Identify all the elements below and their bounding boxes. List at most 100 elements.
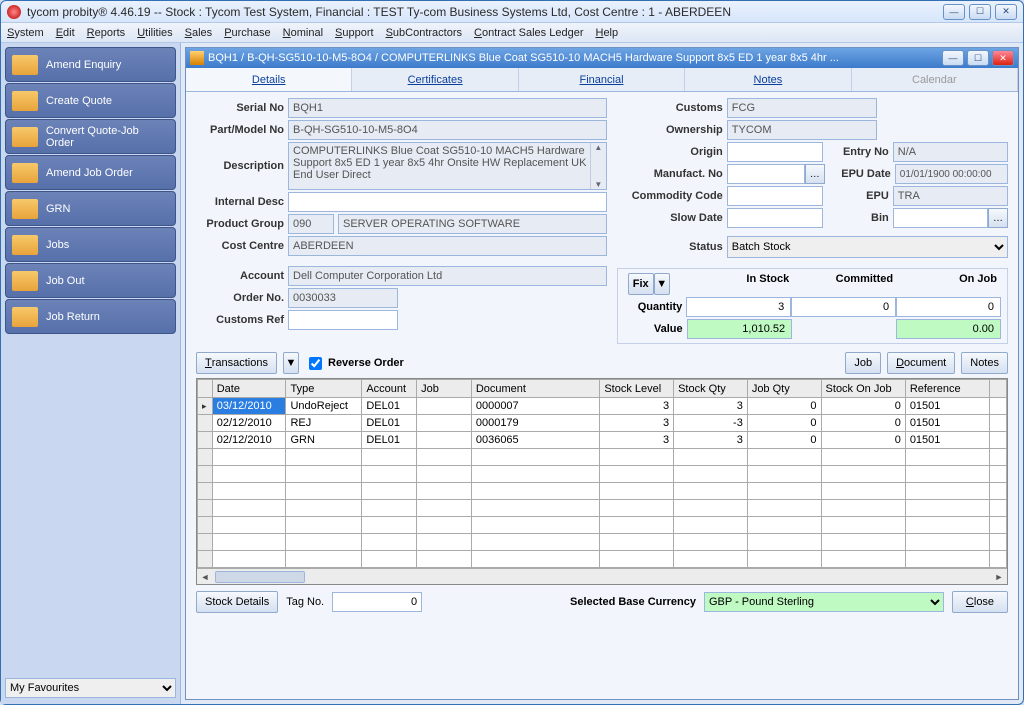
status-select[interactable]: Batch Stock (727, 236, 1008, 258)
grid-hscroll[interactable]: ◄► (197, 568, 1007, 584)
menu-support[interactable]: Support (335, 27, 374, 39)
lbl-custref: Customs Ref (196, 314, 288, 326)
truck-icon (12, 307, 38, 327)
table-row[interactable] (198, 500, 1007, 517)
part-field: B-QH-SG510-10-M5-8O4 (288, 120, 607, 140)
side-job-return[interactable]: Job Return (5, 299, 176, 334)
lbl-manuf: Manufact. No (617, 168, 727, 180)
slow-field[interactable] (727, 208, 823, 228)
table-row[interactable] (198, 449, 1007, 466)
scrollbar[interactable]: ▲▼ (590, 143, 606, 189)
hdr-onjob: On Job (897, 273, 1001, 295)
close-button[interactable]: ✕ (995, 4, 1017, 20)
fix-button[interactable]: Fix (628, 273, 654, 295)
close-button[interactable]: Close (952, 591, 1008, 613)
transactions-dropdown[interactable]: ▼ (283, 352, 299, 374)
col-sl[interactable]: Stock Level (600, 380, 674, 398)
lbl-bin: Bin (823, 212, 893, 224)
menu-system[interactable]: System (7, 27, 44, 39)
sidebar: Amend Enquiry Create Quote Convert Quote… (1, 43, 181, 704)
tab-financial[interactable]: Financial (519, 68, 685, 91)
origin-field[interactable] (727, 142, 823, 162)
tab-calendar: Calendar (852, 68, 1018, 91)
scroll-right-icon[interactable]: ► (991, 572, 1007, 582)
side-convert-quote[interactable]: Convert Quote-Job Order (5, 119, 176, 154)
table-row[interactable] (198, 466, 1007, 483)
col-sq[interactable]: Stock Qty (674, 380, 748, 398)
comm-field[interactable] (727, 186, 823, 206)
stock-icon (190, 51, 204, 65)
col-job[interactable]: Job (417, 380, 472, 398)
reverse-order-check[interactable]: Reverse Order (305, 354, 404, 373)
col-ref[interactable]: Reference (905, 380, 989, 398)
serial-field: BQH1 (288, 98, 607, 118)
bin-browse-button[interactable]: … (988, 208, 1008, 228)
table-row[interactable]: 02/12/2010REJDEL0100001793-30001501 (198, 415, 1007, 432)
truck-icon (12, 163, 38, 183)
scroll-left-icon[interactable]: ◄ (197, 572, 213, 582)
menu-utilities[interactable]: Utilities (137, 27, 172, 39)
side-amend-enquiry[interactable]: Amend Enquiry (5, 47, 176, 82)
side-job-out[interactable]: Job Out (5, 263, 176, 298)
custref-field[interactable] (288, 310, 398, 330)
tab-details[interactable]: Details (186, 68, 352, 91)
transactions-grid[interactable]: Date Type Account Job Document Stock Lev… (196, 378, 1008, 585)
side-amend-job-order[interactable]: Amend Job Order (5, 155, 176, 190)
transactions-button[interactable]: Transactions (196, 352, 277, 374)
favourites-select[interactable]: My Favourites (5, 678, 176, 698)
maximize-button[interactable]: ☐ (969, 4, 991, 20)
truck-icon (12, 55, 38, 75)
side-create-quote[interactable]: Create Quote (5, 83, 176, 118)
table-row[interactable] (198, 551, 1007, 568)
lbl-customs: Customs (617, 102, 727, 114)
tab-certificates[interactable]: Certificates (352, 68, 518, 91)
scroll-down-icon[interactable]: ▼ (594, 180, 602, 189)
menu-sales[interactable]: Sales (185, 27, 213, 39)
col-type[interactable]: Type (286, 380, 362, 398)
menu-reports[interactable]: Reports (87, 27, 126, 39)
sidebar-item-label: Amend Job Order (46, 167, 133, 179)
tab-notes[interactable]: Notes (685, 68, 851, 91)
col-jq[interactable]: Job Qty (747, 380, 821, 398)
qty-committed: 0 (791, 297, 896, 317)
lbl-part: Part/Model No (196, 124, 288, 136)
col-date[interactable]: Date (212, 380, 286, 398)
menu-subcontractors[interactable]: SubContractors (386, 27, 462, 39)
lbl-epu: EPU (823, 190, 893, 202)
currency-select[interactable]: GBP - Pound Sterling (704, 592, 944, 612)
menu-nominal[interactable]: Nominal (283, 27, 323, 39)
col-soj[interactable]: Stock On Job (821, 380, 905, 398)
table-row[interactable] (198, 534, 1007, 551)
menu-help[interactable]: Help (595, 27, 618, 39)
fix-dropdown[interactable]: ▼ (654, 273, 670, 295)
menu-csl[interactable]: Contract Sales Ledger (474, 27, 583, 39)
scroll-thumb[interactable] (215, 571, 305, 583)
manuf-browse-button[interactable]: … (805, 164, 825, 184)
notes-button[interactable]: Notes (961, 352, 1008, 374)
scroll-up-icon[interactable]: ▲ (594, 143, 602, 152)
table-row[interactable]: 02/12/2010GRNDEL010036065330001501 (198, 432, 1007, 449)
menu-purchase[interactable]: Purchase (224, 27, 270, 39)
table-row[interactable]: 03/12/2010UndoRejectDEL01000000733000150… (198, 398, 1007, 415)
minimize-button[interactable]: — (943, 4, 965, 20)
col-account[interactable]: Account (362, 380, 417, 398)
col-document[interactable]: Document (471, 380, 600, 398)
inner-maximize[interactable]: ☐ (967, 50, 989, 66)
inner-close[interactable]: ✕ (992, 50, 1014, 66)
table-row[interactable] (198, 517, 1007, 534)
job-button[interactable]: Job (845, 352, 881, 374)
intdesc-field[interactable] (288, 192, 607, 212)
table-row[interactable] (198, 483, 1007, 500)
bin-field[interactable] (893, 208, 988, 228)
menu-edit[interactable]: Edit (56, 27, 75, 39)
document-button[interactable]: Document (887, 352, 955, 374)
tag-field[interactable]: 0 (332, 592, 422, 612)
side-grn[interactable]: GRN (5, 191, 176, 226)
inner-minimize[interactable]: — (942, 50, 964, 66)
side-jobs[interactable]: Jobs (5, 227, 176, 262)
stock-details-button[interactable]: Stock Details (196, 591, 278, 613)
sidebar-item-label: Jobs (46, 239, 69, 251)
manuf-field[interactable] (727, 164, 805, 184)
customs-field: FCG (727, 98, 877, 118)
order-field: 0030033 (288, 288, 398, 308)
